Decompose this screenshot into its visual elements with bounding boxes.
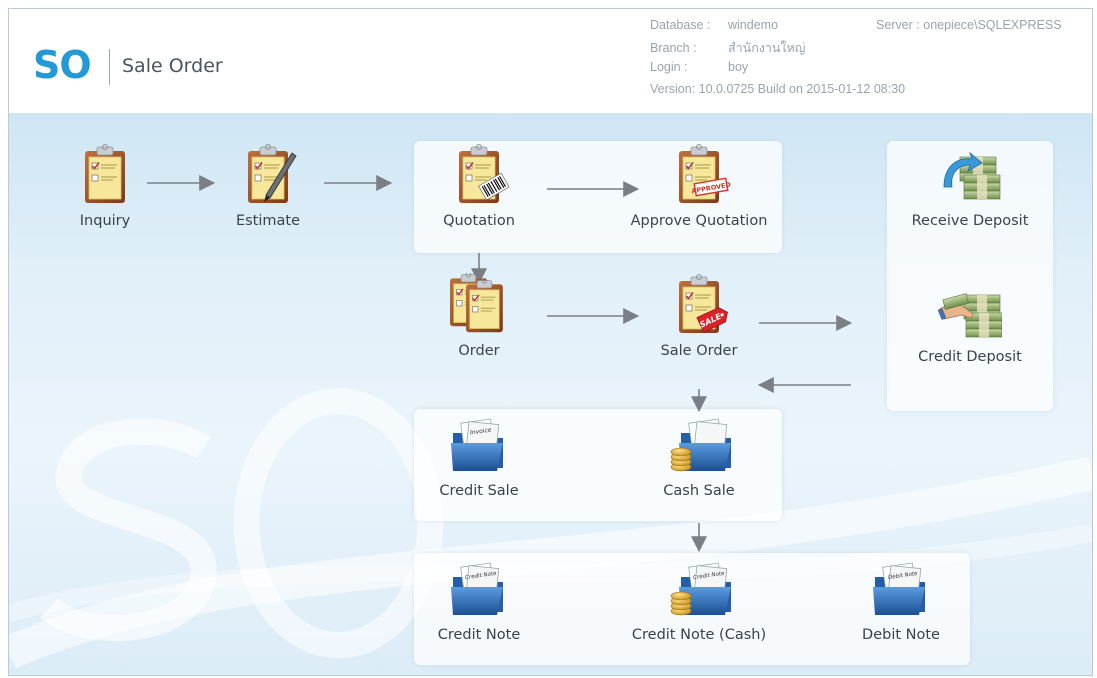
flow-canvas: Inquiry Estimate Quotation APPROVED Appr… [9, 113, 1092, 675]
approve-quotation-label: Approve Quotation [630, 213, 768, 229]
credit-note-label: Credit Note [437, 627, 521, 643]
approve-quotation-button[interactable]: APPROVED Approve Quotation [619, 143, 779, 229]
cash-sale-coins-folder-icon [670, 418, 731, 472]
inquiry-clipboard-icon [84, 143, 126, 204]
login-value: boy [728, 60, 749, 74]
credit-note-cash-label: Credit Note (Cash) [631, 627, 767, 643]
credit-deposit-handshake-money-icon [938, 293, 1002, 338]
header: SO Sale Order Database : windemo Server :… [9, 9, 1092, 113]
branch-label: Branch : [650, 41, 697, 55]
sale-order-button[interactable]: SALE Sale Order [629, 273, 769, 359]
inquiry-button[interactable]: Inquiry [35, 143, 175, 229]
inquiry-label: Inquiry [79, 213, 131, 229]
estimate-clipboard-pen-icon [247, 143, 297, 204]
quotation-button[interactable]: Quotation [409, 143, 549, 229]
order-clipboards-icon [449, 273, 504, 333]
credit-deposit-label: Credit Deposit [918, 349, 1022, 365]
server-value: onepiece\SQLEXPRESS [923, 18, 1062, 32]
database-info: Database : windemo [650, 18, 778, 32]
credit-note-cash-button[interactable]: Credit Note Credit Note (Cash) [609, 557, 789, 643]
approve-quotation-clipboard-stamp-icon: APPROVED [678, 143, 731, 204]
quotation-label: Quotation [443, 213, 515, 229]
sale-order-label: Sale Order [660, 343, 738, 359]
order-button[interactable]: Order [409, 273, 549, 359]
login-label: Login : [650, 60, 688, 74]
version-value: 10.0.0725 [698, 82, 755, 96]
credit-deposit-button[interactable]: Credit Deposit [900, 279, 1040, 365]
cash-sale-button[interactable]: Cash Sale [629, 413, 769, 499]
credit-sale-invoice-folder-icon: Invoice [450, 418, 504, 472]
receive-deposit-money-icon [943, 151, 1001, 200]
version-info: Version: 10.0.0725 Build on 2015-01-12 0… [650, 82, 905, 96]
receive-deposit-button[interactable]: Receive Deposit [900, 143, 1040, 229]
cash-sale-label: Cash Sale [663, 483, 735, 499]
logo-divider [109, 49, 110, 85]
credit-sale-button[interactable]: Invoice Credit Sale [409, 413, 549, 499]
build-label: Build on [757, 82, 803, 96]
estimate-label: Estimate [235, 213, 301, 229]
estimate-button[interactable]: Estimate [198, 143, 338, 229]
module-logo: SO [33, 43, 92, 87]
login-info: Login : boy [650, 60, 748, 74]
server-info: Server : onepiece\SQLEXPRESS [876, 18, 1062, 32]
database-value: windemo [728, 18, 779, 32]
server-label: Server : [876, 18, 920, 32]
receive-deposit-label: Receive Deposit [911, 213, 1029, 229]
branch-info: Branch : สำนักงานใหญ่ [650, 38, 805, 58]
debit-note-button[interactable]: Debit Note Debit Note [831, 557, 971, 643]
sale-order-window: SO Sale Order Database : windemo Server :… [8, 8, 1093, 676]
credit-note-button[interactable]: Credit Note Credit Note [409, 557, 549, 643]
order-label: Order [458, 343, 500, 359]
credit-note-folder-icon: Credit Note [450, 562, 504, 616]
page-title: Sale Order [122, 55, 223, 77]
branch-value: สำนักงานใหญ่ [728, 41, 806, 55]
sale-order-clipboard-tag-icon: SALE [678, 273, 728, 334]
debit-note-label: Debit Note [862, 627, 940, 643]
quotation-clipboard-barcode-icon [458, 143, 510, 204]
build-value: 2015-01-12 08:30 [806, 82, 906, 96]
version-label: Version: [650, 82, 696, 96]
credit-note-cash-coins-folder-icon: Credit Note [670, 562, 731, 616]
debit-note-folder-icon: Debit Note [872, 562, 926, 616]
database-label: Database : [650, 18, 711, 32]
credit-sale-label: Credit Sale [439, 483, 519, 499]
